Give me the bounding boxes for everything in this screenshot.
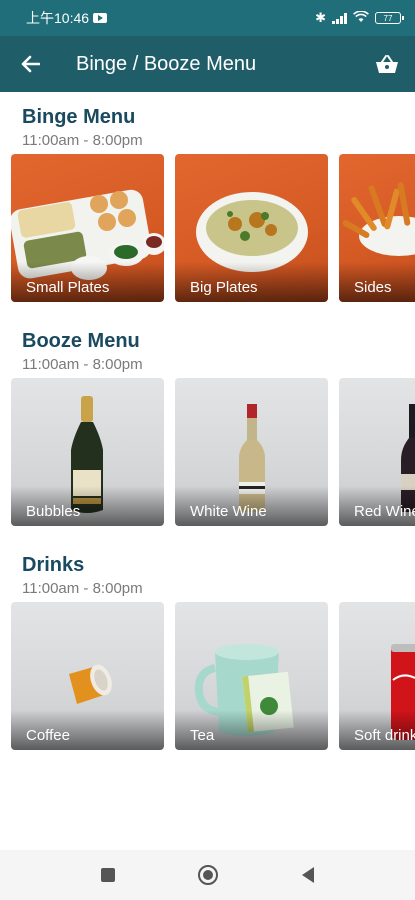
back-triangle-icon [301,867,314,883]
category-row[interactable]: Small Plates Big Plates Sides [11,154,415,302]
back-button[interactable] [0,36,60,92]
category-label: Bubbles [26,503,81,520]
category-label: Coffee [26,727,70,744]
bluetooth-icon: ✱ [315,10,326,25]
arrow-left-icon [21,55,40,73]
battery-icon: 77 [375,12,404,24]
category-label: Red Wine [354,503,415,520]
category-label: Sides [354,279,392,296]
category-label: Soft drinks [354,727,415,744]
category-card-small-plates[interactable]: Small Plates [11,154,164,302]
category-card-red-wine[interactable]: Red Wine [339,378,415,526]
category-card-soft-drinks[interactable]: Soft drinks [339,602,415,750]
system-nav-bar [0,850,415,900]
category-row[interactable]: Bubbles White Wine Red Wine [11,378,415,526]
section-binge-menu: Binge Menu 11:00am - 8:00pm Small Plates [0,106,415,306]
section-title: Binge Menu [22,106,136,128]
category-card-white-wine[interactable]: White Wine [175,378,328,526]
category-row[interactable]: Coffee Tea Soft drink [11,602,415,750]
status-time: 上午10:46 [26,10,90,26]
section-hours: 11:00am - 8:00pm [22,356,143,373]
category-card-tea[interactable]: Tea [175,602,328,750]
section-title: Booze Menu [22,330,140,352]
section-drinks: Drinks 11:00am - 8:00pm Coffee Tea Soft … [0,554,415,754]
youtube-icon [93,13,108,23]
system-back-button[interactable] [293,860,323,890]
category-card-sides[interactable]: Sides [339,154,415,302]
category-label: Tea [190,727,215,744]
status-bar: 上午10:46 ✱ 77 [0,0,415,36]
status-left: 上午10:46 [26,8,108,28]
section-hours: 11:00am - 8:00pm [22,132,143,149]
status-right: ✱ 77 [315,9,404,26]
section-title: Drinks [22,554,85,576]
app-bar: Binge / Booze Menu [0,36,415,92]
home-button[interactable] [193,860,223,890]
category-label: White Wine [190,503,267,520]
recents-button[interactable] [93,860,123,890]
category-card-big-plates[interactable]: Big Plates [175,154,328,302]
wifi-icon [353,9,369,26]
category-label: Small Plates [26,279,110,296]
category-label: Big Plates [190,279,258,296]
basket-icon [376,55,398,73]
category-card-coffee[interactable]: Coffee [11,602,164,750]
recents-square-icon [100,868,115,882]
page-title: Binge / Booze Menu [76,52,257,75]
section-hours: 11:00am - 8:00pm [22,580,143,597]
battery-level: 77 [383,13,393,23]
category-card-bubbles[interactable]: Bubbles [11,378,164,526]
signal-icon [332,12,347,24]
home-circle-icon [197,865,218,885]
section-booze-menu: Booze Menu 11:00am - 8:00pm Bubbles Whit… [0,330,415,530]
cart-button[interactable] [359,36,415,92]
menu-content[interactable]: Binge Menu 11:00am - 8:00pm Small Plates [0,92,415,850]
